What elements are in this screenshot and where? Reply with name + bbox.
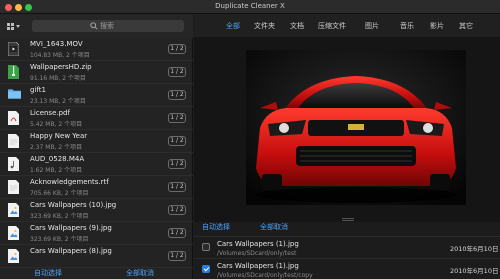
duplicate-file-row[interactable]: Cars Wallpapers (1).jpg/Volumes/SDcard/o…: [194, 258, 500, 279]
duplicate-count-badge: 1 / 2: [168, 251, 186, 261]
tab-images[interactable]: 图片: [365, 21, 379, 31]
duplicate-file-name: Cars Wallpapers (1).jpg: [217, 240, 299, 248]
file-meta: 104.83 MB, 2 个项目: [30, 52, 90, 59]
duplicate-group-item[interactable]: MVI_1643.MOV 104.83 MB, 2 个项目 1 / 2: [0, 38, 193, 61]
duplicate-group-item[interactable]: Cars Wallpapers (10).jpg 323.69 KB, 2 个项目…: [0, 199, 193, 222]
sidebar-deselect-all-button[interactable]: 全部取消: [126, 268, 154, 278]
image-file-icon: [8, 226, 19, 240]
file-name: Cars Wallpapers (9).jpg: [30, 224, 112, 232]
sidebar-toolbar: [0, 14, 193, 38]
duplicate-group-item[interactable]: WallpapersHD.zip 91.16 MB, 2 个项目 1 / 2: [0, 61, 193, 84]
file-name: License.pdf: [30, 109, 70, 117]
file-meta: 23.13 MB, 2 个项目: [30, 98, 86, 105]
duplicate-group-list: MVI_1643.MOV 104.83 MB, 2 个项目 1 / 2 Wallpap…: [0, 38, 193, 275]
audio-file-icon: [8, 157, 19, 171]
file-meta: 5.42 MB, 2 个项目: [30, 121, 83, 128]
duplicate-file-date: 2010年6月10日: [450, 267, 499, 275]
zip-file-icon: [8, 65, 19, 79]
duplicate-file-path: /Volumes/SDcard/only/test: [217, 250, 297, 257]
duplicate-file-path: /Volumes/SDcard/only/test/copy: [217, 272, 313, 279]
duplicate-file-name: Cars Wallpapers (1).jpg: [217, 262, 299, 270]
chevron-down-icon: [16, 24, 20, 28]
sidebar-auto-select-button[interactable]: 自动选择: [34, 268, 62, 278]
deselect-all-button[interactable]: 全部取消: [260, 222, 288, 232]
duplicate-group-item[interactable]: Cars Wallpapers (8).jpg 1 / 2: [0, 245, 193, 268]
duplicate-count-badge: 1 / 2: [168, 159, 186, 169]
file-meta: 1.62 MB, 2 个项目: [30, 167, 83, 174]
preview-actions: 自动选择 全部取消: [194, 222, 500, 237]
title-bar: Duplicate Cleaner X: [0, 0, 500, 14]
duplicate-count-badge: 1 / 2: [168, 44, 186, 54]
file-name: Cars Wallpapers (10).jpg: [30, 201, 117, 209]
image-file-icon: [8, 203, 19, 217]
image-preview: [194, 38, 500, 222]
tab-movies[interactable]: 影片: [430, 21, 444, 31]
sidebar: MVI_1643.MOV104.83 MB, 2 个项目1 / 2Wallpap…: [0, 14, 193, 279]
duplicate-checkbox[interactable]: [202, 265, 210, 273]
duplicate-count-badge: 1 / 2: [168, 205, 186, 215]
duplicate-group-item[interactable]: Cars Wallpapers (9).jpg 323.69 KB, 2 个项目 1…: [0, 222, 193, 245]
file-meta: 705.66 KB, 2 个项目: [30, 190, 89, 197]
image-file-icon: [8, 249, 19, 263]
tab-documents[interactable]: 文档: [290, 21, 304, 31]
file-name: Happy New Year: [30, 132, 88, 140]
pdf-file-icon: [8, 111, 19, 125]
duplicate-group-item[interactable]: AUD_0528.M4A 1.62 MB, 2 个项目 1 / 2: [0, 153, 193, 176]
main-panel: 全部 文件夹 文档 压缩文件 图片 音乐 影片 其它 自动选择 全部取消 Car…: [194, 14, 500, 279]
filter-tabs: 全部 文件夹 文档 压缩文件 图片 音乐 影片 其它: [194, 14, 500, 38]
tab-archives[interactable]: 压缩文件: [318, 21, 346, 31]
search-input[interactable]: [100, 21, 180, 31]
duplicate-group-item[interactable]: License.pdf 5.42 MB, 2 个项目 1 / 2: [0, 107, 193, 130]
file-name: Acknowledgements.rtf: [30, 178, 109, 186]
duplicate-count-badge: 1 / 2: [168, 136, 186, 146]
file-name: AUD_0528.M4A: [30, 155, 85, 163]
auto-select-button[interactable]: 自动选择: [202, 222, 230, 232]
duplicate-count-badge: 1 / 2: [168, 228, 186, 238]
file-name: MVI_1643.MOV: [30, 40, 83, 48]
folder-icon: [8, 88, 21, 102]
duplicate-count-badge: 1 / 2: [168, 113, 186, 123]
duplicate-checkbox[interactable]: [202, 243, 210, 251]
search-field[interactable]: [32, 20, 184, 32]
duplicate-group-item[interactable]: gift1 23.13 MB, 2 个项目 1 / 2: [0, 84, 193, 107]
file-meta: 91.16 MB, 2 个项目: [30, 75, 86, 82]
duplicate-group-item[interactable]: Acknowledgements.rtf 705.66 KB, 2 个项目 1 / …: [0, 176, 193, 199]
duplicate-count-badge: 1 / 2: [168, 90, 186, 100]
grid-icon: [7, 22, 14, 30]
search-icon: [90, 22, 98, 30]
file-name: WallpapersHD.zip: [30, 63, 92, 71]
tab-music[interactable]: 音乐: [400, 21, 414, 31]
file-meta: 323.69 KB, 2 个项目: [30, 236, 89, 243]
red-car-image: [246, 50, 466, 205]
tab-all[interactable]: 全部: [226, 21, 240, 31]
duplicate-file-date: 2010年6月10日: [450, 245, 499, 253]
document-file-icon: [8, 134, 19, 148]
file-meta: 2.37 MB, 2 个项目: [30, 144, 83, 151]
duplicate-count-badge: 1 / 2: [168, 182, 186, 192]
file-name: Cars Wallpapers (8).jpg: [30, 247, 112, 255]
tab-folders[interactable]: 文件夹: [254, 21, 275, 31]
duplicate-group-item[interactable]: Happy New Year 2.37 MB, 2 个项目 1 / 2: [0, 130, 193, 153]
duplicate-files-list: Cars Wallpapers (1).jpg/Volumes/SDcard/o…: [194, 236, 500, 279]
app-title: Duplicate Cleaner X: [215, 2, 285, 10]
document-file-icon: [8, 180, 19, 194]
split-handle[interactable]: [342, 218, 354, 221]
duplicate-file-row[interactable]: Cars Wallpapers (1).jpg/Volumes/SDcard/o…: [194, 236, 500, 258]
tab-other[interactable]: 其它: [459, 21, 473, 31]
video-file-icon: [7, 41, 20, 57]
view-mode-button[interactable]: [7, 21, 25, 31]
file-meta: 323.69 KB, 2 个项目: [30, 213, 89, 220]
car-photo: [246, 50, 466, 205]
duplicate-count-badge: 1 / 2: [168, 67, 186, 77]
file-name: gift1: [30, 86, 46, 94]
